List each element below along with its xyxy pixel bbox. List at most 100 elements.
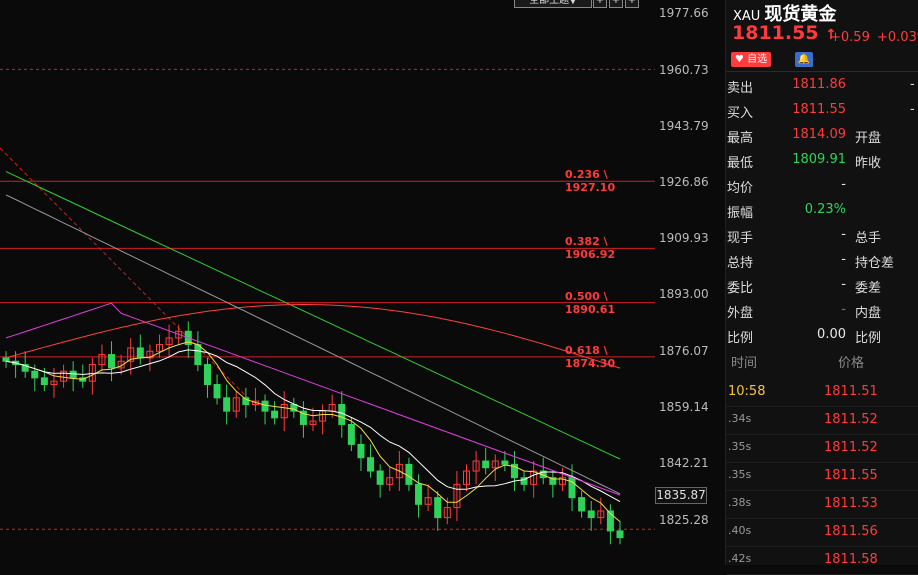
axis-tick: 1909.93	[659, 231, 709, 245]
quote-panel: XAU现货黄金 1811.55 ↑ +0.59 +0.03% ♥ 自选 🔔 卖出…	[725, 0, 918, 575]
candle-body	[616, 530, 624, 539]
quote-row: 均价 -	[726, 177, 918, 202]
tick-price: 1811.56	[824, 524, 878, 539]
toolbar-button-b[interactable]: +	[609, 0, 623, 8]
tick-price: 1811.55	[824, 468, 878, 483]
quote-value-2: -	[910, 77, 915, 92]
axis-tick: 1943.79	[659, 119, 709, 133]
toolbar-button-c[interactable]: +	[625, 0, 639, 8]
ma250-line	[5, 194, 621, 495]
tick-row: 10:58 1811.51	[726, 378, 918, 407]
quote-row: 现手 - 总手	[726, 227, 918, 252]
ticks-header-time: 时间	[731, 356, 758, 371]
ma5-line	[5, 341, 621, 522]
tick-price: 1811.53	[824, 496, 878, 511]
quote-row: 最低 1809.91 昨收	[726, 152, 918, 177]
candle-body	[434, 497, 442, 519]
candle-body	[223, 397, 231, 412]
quote-value: -	[841, 277, 846, 292]
candle-body	[108, 354, 116, 369]
candle-body	[194, 344, 202, 366]
tick-row: .42s 1811.58	[726, 546, 918, 575]
candle-body	[136, 347, 144, 359]
tick-time: .38s	[728, 496, 752, 509]
quote-row: 委比 - 委差	[726, 277, 918, 302]
price-change-pct: +0.03%	[877, 30, 918, 45]
candle-body	[271, 410, 279, 419]
quote-label-2: 内盘	[855, 306, 882, 321]
tick-time: .35s	[728, 468, 752, 481]
quote-label-2: 比例	[855, 331, 882, 346]
candle-body	[578, 497, 586, 512]
toolbar-button-a[interactable]: +	[593, 0, 607, 8]
price-change: +0.59	[830, 30, 870, 45]
bell-icon[interactable]: 🔔	[795, 52, 813, 67]
tick-row: .38s 1811.53	[726, 490, 918, 519]
axis-tick: 1876.07	[659, 344, 709, 358]
quote-label-2: 总手	[855, 231, 882, 246]
quote-value: -	[841, 252, 846, 267]
tick-time: 10:58	[728, 384, 766, 399]
axis-tick: 1825.28	[659, 513, 709, 527]
quote-label-2: 开盘	[855, 131, 882, 146]
quote-value: 1811.55	[792, 102, 846, 117]
candle-body	[482, 460, 490, 469]
divider	[726, 71, 918, 72]
quote-row: 最高 1814.09 开盘	[726, 127, 918, 152]
quote-row: 比例 0.00 比例	[726, 327, 918, 352]
candle-body	[31, 370, 39, 379]
tick-price: 1811.52	[824, 440, 878, 455]
candle-body	[347, 423, 355, 445]
tick-row: .35s 1811.55	[726, 462, 918, 491]
tick-time: .34s	[728, 412, 752, 425]
quote-value: -	[841, 227, 846, 242]
axis-tick: 1926.86	[659, 175, 709, 189]
fib-label-0618: 0.618 \ 1874.30	[565, 344, 616, 370]
last-price: 1811.55 ↑	[732, 22, 837, 44]
quote-label-2: 持仓差	[855, 256, 895, 271]
current-price-marker: 1835.87	[655, 487, 707, 504]
tick-row: .34s 1811.52	[726, 406, 918, 435]
quote-label-2: 委差	[855, 281, 882, 296]
tick-price: 1811.52	[824, 412, 878, 427]
candle-body	[203, 364, 211, 386]
quote-row: 买入 1811.55-	[726, 102, 918, 127]
candle-body	[367, 457, 375, 472]
quote-value: -	[841, 302, 846, 317]
fib-label-0382: 0.382 \ 1906.92	[565, 235, 616, 261]
candle-body	[261, 400, 269, 412]
ticks-header: 时间 价格	[726, 352, 918, 374]
tick-row: .40s 1811.56	[726, 518, 918, 547]
candle-body	[40, 377, 48, 386]
theme-dropdown[interactable]: 全部主题▼	[514, 0, 592, 8]
fib-label-0500: 0.500 \ 1890.61	[565, 290, 616, 316]
ma20-line	[5, 302, 621, 496]
quote-value: 1809.91	[792, 152, 846, 167]
candlestick-chart-svg[interactable]	[0, 0, 655, 565]
candle-body	[357, 443, 365, 459]
candle-body	[587, 510, 595, 519]
quote-row: 外盘 - 内盘	[726, 302, 918, 327]
candle-body	[501, 460, 509, 465]
quote-value: -	[841, 177, 846, 192]
axis-tick: 1960.73	[659, 63, 709, 77]
candle-body	[2, 357, 10, 362]
kline-chart[interactable]: 全部主题▼ + + + 0.236 \ 1927.10 0.382 \ 1906…	[0, 0, 655, 565]
axis-tick: 1842.21	[659, 456, 709, 470]
quote-value: 1814.09	[792, 127, 846, 142]
fib-label-0236: 0.236 \ 1927.10	[565, 168, 616, 194]
quote-value: 0.23%	[804, 202, 846, 217]
quote-value-2: -	[910, 102, 915, 117]
candle-body	[415, 483, 423, 505]
tick-row: .35s 1811.52	[726, 434, 918, 463]
price-axis: 1977.66 1960.73 1943.79 1926.86 1909.93 …	[655, 0, 725, 565]
quote-row: 卖出 1811.86-	[726, 77, 918, 102]
add-favorite-button[interactable]: ♥ 自选	[731, 52, 771, 67]
axis-tick: 1977.66	[659, 6, 709, 20]
quote-row: 振幅 0.23%	[726, 202, 918, 227]
candle-body	[405, 463, 413, 485]
candle-body	[213, 384, 221, 399]
axis-tick: 1859.14	[659, 400, 709, 414]
ma120-line	[5, 303, 621, 369]
quote-value: 0.00	[817, 327, 846, 342]
